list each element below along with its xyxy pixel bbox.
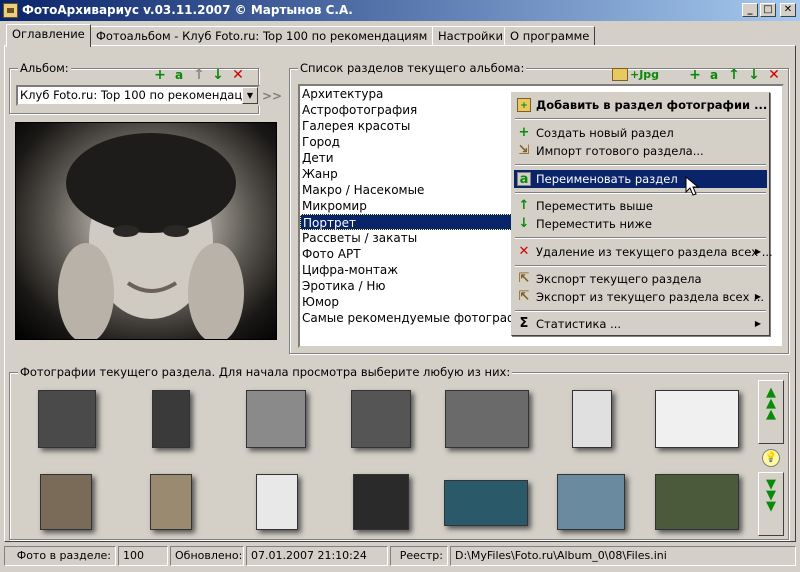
updated-label: Обновлено:	[170, 546, 244, 566]
thumbnail[interactable]	[572, 390, 612, 448]
thumbnail[interactable]	[246, 390, 306, 448]
list-item-selected[interactable]: Портрет	[300, 214, 522, 230]
submenu-arrow-icon: ▶	[754, 319, 761, 328]
menu-item-move-up[interactable]: ↑ Переместить выше	[514, 197, 767, 215]
tab-strip: Оглавление Фотоальбом - Клуб Foto.ru: To…	[6, 24, 794, 47]
menu-separator	[515, 164, 766, 166]
album-select[interactable]: Клуб Foto.ru: Top 100 по рекомендациям ▼	[16, 85, 260, 106]
album-delete-icon[interactable]: ✕	[231, 68, 245, 82]
menu-item-statistics[interactable]: Σ Статистика ... ▶	[514, 315, 767, 333]
mouse-cursor-icon	[685, 176, 699, 196]
go-arrows-icon[interactable]: >>	[262, 89, 282, 103]
scroll-down-button[interactable]: ▼▼▼	[758, 472, 784, 536]
updated-value: 07.01.2007 21:10:24	[246, 546, 388, 566]
lightbulb-icon[interactable]: 💡	[762, 449, 780, 467]
app-icon	[3, 3, 18, 18]
menu-separator	[515, 118, 766, 120]
sections-label: Список разделов текущего альбома:	[298, 61, 527, 75]
context-menu: + Добавить в раздел фотографии ... + Соз…	[511, 92, 773, 336]
thumbnail[interactable]	[38, 390, 96, 448]
window-title: ФотоАрхивариус v.03.11.2007 © Мартынов С…	[22, 3, 353, 17]
album-select-value: Клуб Foto.ru: Top 100 по рекомендациям	[20, 88, 260, 102]
thumbnail[interactable]	[256, 474, 298, 530]
menu-separator	[515, 237, 766, 239]
dropdown-arrow-icon[interactable]: ▼	[242, 87, 258, 104]
menu-item-rename-section[interactable]: a Переименовать раздел	[514, 170, 767, 188]
thumbnail[interactable]	[557, 474, 625, 530]
thumbnail[interactable]	[655, 474, 739, 530]
thumbnail[interactable]	[444, 480, 528, 526]
import-icon: ⇲	[518, 143, 530, 158]
menu-item-add-photos[interactable]: + Добавить в раздел фотографии ...	[514, 96, 767, 114]
tab-contents[interactable]: Оглавление	[6, 24, 91, 47]
photo-count-value: 100	[118, 546, 168, 566]
add-jpg-folder-icon[interactable]	[612, 68, 628, 81]
album-up-icon[interactable]: ↑	[192, 68, 206, 82]
album-rename-icon[interactable]: a	[172, 68, 186, 82]
album-add-icon[interactable]: +	[153, 68, 167, 82]
rename-icon: a	[517, 172, 531, 187]
menu-item-export-section[interactable]: ⇱ Экспорт текущего раздела	[514, 270, 767, 288]
tab-about[interactable]: О программе	[504, 26, 596, 46]
export-all-icon: ⇱	[518, 289, 530, 304]
thumbnail[interactable]	[353, 474, 409, 530]
album-down-icon[interactable]: ↓	[211, 68, 225, 82]
scroll-up-button[interactable]: ▲▲▲	[758, 380, 784, 444]
section-down-icon[interactable]: ↓	[747, 68, 761, 82]
section-delete-icon[interactable]: ✕	[767, 68, 781, 82]
thumbnail[interactable]	[150, 474, 192, 530]
submenu-arrow-icon: ▶	[754, 292, 761, 301]
triple-arrow-down-icon: ▼▼▼	[766, 477, 776, 514]
folder-add-icon: +	[517, 98, 531, 112]
thumbnail[interactable]	[40, 474, 92, 530]
section-up-icon[interactable]: ↑	[727, 68, 741, 82]
album-label: Альбом:	[18, 61, 71, 75]
thumbnail[interactable]	[152, 390, 190, 448]
menu-separator	[515, 310, 766, 312]
maximize-button[interactable]: □	[760, 3, 776, 17]
menu-separator	[515, 265, 766, 267]
thumbnail[interactable]	[351, 390, 411, 448]
arrow-up-icon: ↑	[518, 198, 530, 213]
portrait-image	[58, 133, 244, 339]
submenu-arrow-icon: ▶	[754, 247, 761, 256]
tab-settings[interactable]: Настройки	[432, 26, 509, 46]
plus-icon: +	[518, 125, 530, 140]
sigma-icon: Σ	[519, 316, 529, 331]
preview-photo[interactable]	[15, 122, 277, 340]
registry-label: Реестр:	[390, 546, 448, 566]
close-button[interactable]: ✕	[780, 3, 796, 17]
minimize-button[interactable]: _	[742, 3, 758, 17]
thumbnail[interactable]	[655, 390, 739, 448]
menu-item-delete-all[interactable]: ✕ Удаление из текущего раздела всех ... …	[514, 243, 773, 261]
title-bar: ФотоАрхивариус v.03.11.2007 © Мартынов С…	[0, 0, 800, 21]
menu-separator	[515, 192, 766, 194]
photo-count-label: Фото в разделе:	[4, 546, 116, 566]
triple-arrow-up-icon: ▲▲▲	[766, 385, 776, 422]
menu-item-export-all[interactable]: ⇱ Экспорт из текущего раздела всех ... ▶	[514, 288, 767, 306]
delete-icon: ✕	[518, 244, 530, 259]
menu-item-import-section[interactable]: ⇲ Импорт готового раздела...	[514, 142, 767, 160]
thumbnail[interactable]	[445, 390, 529, 448]
add-jpg-label[interactable]: +Jpg	[630, 68, 659, 81]
registry-value: D:\MyFiles\Foto.ru\Album_0\08\Files.ini	[450, 546, 796, 566]
export-icon: ⇱	[518, 271, 530, 286]
tab-photoalbum[interactable]: Фотоальбом - Клуб Foto.ru: Top 100 по ре…	[90, 26, 434, 46]
section-add-icon[interactable]: +	[688, 68, 702, 82]
section-rename-icon[interactable]: a	[707, 68, 721, 82]
photos-label: Фотографии текущего раздела. Для начала …	[18, 365, 513, 379]
arrow-down-icon: ↓	[518, 216, 530, 231]
menu-item-create-section[interactable]: + Создать новый раздел	[514, 124, 767, 142]
menu-item-move-down[interactable]: ↓ Переместить ниже	[514, 215, 767, 233]
